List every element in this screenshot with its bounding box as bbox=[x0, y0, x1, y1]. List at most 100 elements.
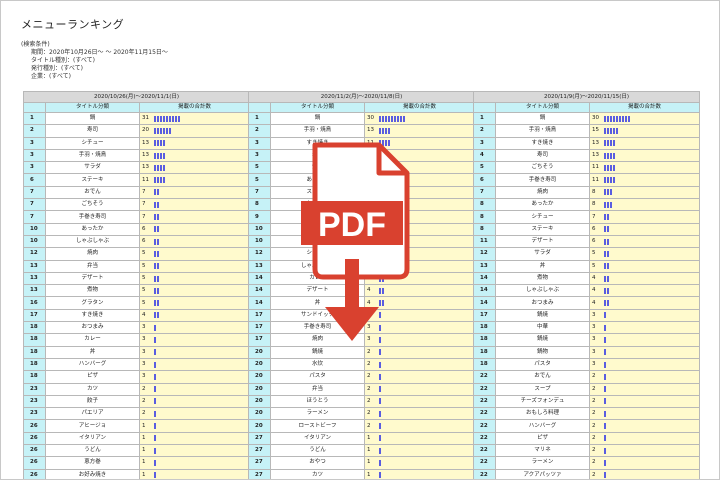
count-cell: 4 bbox=[588, 284, 701, 298]
count-bar-segment bbox=[610, 164, 612, 171]
count-bar bbox=[604, 300, 609, 307]
count-cell: 3 bbox=[138, 333, 251, 347]
count-cell: 5 bbox=[138, 271, 251, 286]
count-bar-segment bbox=[622, 115, 624, 122]
count-bar-segment bbox=[604, 324, 606, 331]
rank-cell: 7 bbox=[23, 198, 46, 212]
count-cell: 2 bbox=[364, 357, 475, 372]
count-bar-segment bbox=[391, 115, 393, 122]
criteria-period: 期間：2020年10月26日～ ～ 2020年11月15日～ bbox=[31, 49, 168, 56]
count-bar-segment bbox=[379, 459, 381, 466]
title-cell: 丼 bbox=[495, 259, 590, 273]
table-row: 3 シチュー 13 bbox=[23, 136, 251, 150]
count-bar-segment bbox=[394, 115, 396, 122]
rank-cell: 3 bbox=[248, 136, 271, 150]
rank-cell: 17 bbox=[473, 308, 496, 323]
count-bar-segment bbox=[154, 214, 156, 221]
title-column-header: タイトル分類 bbox=[270, 102, 365, 113]
count-bar-segment bbox=[607, 127, 609, 134]
week-ranking-table: 2020/11/9(月)～2020/11/15(日) タイトル分類 掲載の合計数 1 鍋… bbox=[472, 91, 701, 479]
count-value: 7 bbox=[142, 201, 146, 208]
criteria-company: 企業：(すべて) bbox=[31, 73, 72, 80]
count-value: 11 bbox=[142, 176, 149, 183]
count-value: 1 bbox=[142, 434, 146, 441]
rank-cell: 2 bbox=[23, 124, 46, 138]
count-bar bbox=[379, 127, 390, 134]
count-bar-segment bbox=[154, 349, 156, 356]
title-cell: うどん bbox=[270, 444, 365, 458]
table-row: 18 鍋焼 3 bbox=[473, 333, 701, 347]
table-row: 7 手巻き寿司 7 bbox=[23, 210, 251, 224]
count-value: 5 bbox=[142, 275, 146, 281]
count-bar-segment bbox=[157, 287, 159, 294]
count-cell: 2 bbox=[588, 419, 701, 433]
count-cell: 4 bbox=[588, 271, 701, 286]
count-bar-segment bbox=[379, 423, 381, 430]
count-bar-segment bbox=[604, 435, 606, 442]
count-bar bbox=[604, 140, 615, 147]
count-cell: 2 bbox=[138, 394, 251, 409]
rank-cell: 18 bbox=[473, 345, 496, 359]
rank-cell: 3 bbox=[248, 148, 271, 163]
title-cell: サラダ bbox=[495, 247, 590, 261]
title-cell: すき焼き bbox=[495, 136, 590, 150]
rank-cell: 26 bbox=[23, 468, 46, 479]
count-bar-segment bbox=[157, 238, 159, 245]
count-bar-segment bbox=[154, 275, 156, 282]
count-value: 7 bbox=[592, 213, 596, 220]
count-value: 2 bbox=[592, 422, 596, 429]
title-cell: ほうとう bbox=[270, 394, 365, 409]
rank-cell: 14 bbox=[248, 296, 271, 310]
count-bar bbox=[604, 410, 606, 417]
count-cell: 1 bbox=[364, 456, 475, 470]
pdf-icon[interactable]: PDF bbox=[301, 141, 421, 356]
count-bar bbox=[154, 435, 156, 442]
rank-cell: 20 bbox=[248, 382, 271, 396]
count-cell: 8 bbox=[588, 198, 701, 212]
count-bar-segment bbox=[169, 115, 171, 122]
count-bar-segment bbox=[169, 127, 171, 134]
count-bar bbox=[154, 127, 171, 134]
title-cell: 恵方巻 bbox=[45, 456, 140, 470]
count-bar-segment bbox=[379, 435, 381, 442]
title-cell: 弁当 bbox=[45, 259, 140, 273]
count-cell: 1 bbox=[138, 431, 251, 446]
count-bar bbox=[379, 373, 381, 380]
count-value: 2 bbox=[367, 373, 371, 380]
count-cell: 2 bbox=[588, 394, 701, 409]
count-bar bbox=[154, 423, 156, 430]
count-bar bbox=[154, 238, 159, 245]
title-cell: カツ bbox=[270, 468, 365, 479]
rank-cell: 22 bbox=[473, 407, 496, 421]
count-value: 3 bbox=[142, 348, 146, 355]
count-bar bbox=[154, 447, 156, 454]
table-row: 8 ステーキ 6 bbox=[473, 222, 701, 236]
count-bar-segment bbox=[154, 250, 156, 257]
count-cell: 6 bbox=[588, 222, 701, 236]
count-bar-segment bbox=[604, 336, 606, 343]
count-bar-segment bbox=[157, 263, 159, 270]
count-bar-segment bbox=[160, 127, 162, 134]
count-bar bbox=[154, 336, 156, 343]
count-bar-segment bbox=[613, 152, 615, 159]
count-cell: 3 bbox=[588, 333, 701, 347]
title-cell: カレー bbox=[45, 333, 140, 347]
count-bar-segment bbox=[607, 214, 609, 221]
count-bar-segment bbox=[157, 189, 159, 196]
count-value: 2 bbox=[592, 385, 596, 392]
count-value: 2 bbox=[367, 397, 371, 404]
pdf-label: PDF bbox=[318, 206, 386, 244]
rank-cell: 22 bbox=[473, 370, 496, 384]
count-bar-segment bbox=[163, 164, 165, 171]
count-bar-segment bbox=[607, 287, 609, 294]
rank-cell: 13 bbox=[23, 259, 46, 273]
count-bar bbox=[379, 386, 381, 393]
title-cell: デザート bbox=[45, 271, 140, 286]
count-bar-segment bbox=[157, 127, 159, 134]
rank-cell: 18 bbox=[23, 357, 46, 372]
count-bar-segment bbox=[604, 189, 606, 196]
count-bar-segment bbox=[604, 300, 606, 307]
table-row: 4 寿司 13 bbox=[473, 148, 701, 163]
table-row: 7 おでん 7 bbox=[23, 185, 251, 200]
count-bar-segment bbox=[607, 250, 609, 257]
